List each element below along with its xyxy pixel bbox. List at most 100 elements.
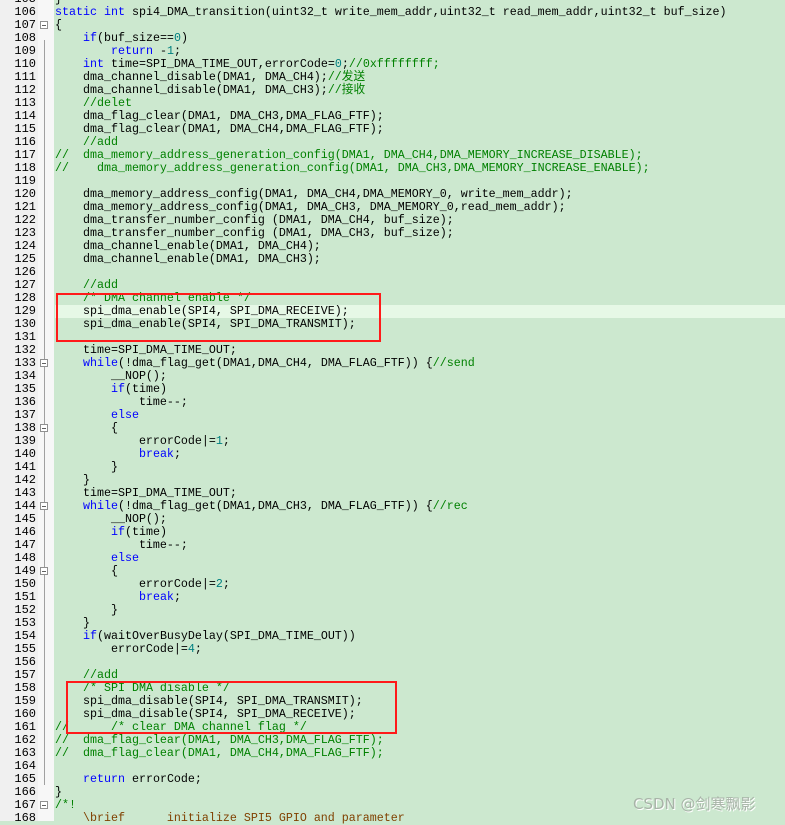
code-text: // dma_memory_address_generation_config(… — [55, 162, 785, 175]
comment: // dma_memory_address_generation_config(… — [55, 161, 650, 175]
keyword: int — [103, 5, 125, 19]
code-token: dma_transfer_number_config (DMA1, DMA_CH… — [55, 226, 454, 240]
code-token: dma_channel_disable(DMA1, DMA_CH4); — [55, 70, 328, 84]
keyword: break — [138, 447, 174, 461]
code-token: errorCode|= — [55, 434, 216, 448]
number-literal: 0 — [334, 57, 342, 71]
code-token: time=SPI_DMA_TIME_OUT,errorCode= — [103, 57, 335, 71]
code-text: } — [55, 461, 785, 474]
code-text: errorCode|=4; — [55, 643, 785, 656]
doc-comment: \brief initialize SPI5 GPIO and paramete… — [82, 811, 405, 825]
code-token: } — [55, 473, 90, 487]
keyword: while — [82, 356, 118, 370]
code-token: } — [55, 616, 90, 630]
line-number: 168 — [14, 811, 36, 825]
code-line[interactable]: 106 static int spi4_DMA_transition(uint32… — [0, 6, 785, 19]
code-line[interactable]: 141 } — [0, 461, 785, 474]
keyword: if — [82, 31, 97, 45]
code-token: dma_channel_enable(DMA1, DMA_CH4); — [55, 239, 321, 253]
comment: // dma_flag_clear(DMA1, DMA_CH4,DMA_FLAG… — [55, 746, 384, 760]
code-text: break; — [55, 591, 785, 604]
code-token: ; — [173, 447, 181, 461]
fold-collapse-icon[interactable] — [40, 424, 48, 432]
code-token: errorCode|= — [55, 577, 216, 591]
code-token: __NOP(); — [55, 369, 167, 383]
comment: // dma_flag_clear(DMA1, DMA_CH3,DMA_FLAG… — [55, 733, 384, 747]
code-token: } — [55, 460, 118, 474]
comment: //delet — [82, 96, 132, 110]
keyword: else — [110, 551, 139, 565]
comment: //add — [82, 135, 118, 149]
number-literal: 2 — [215, 577, 223, 591]
comment: //send — [432, 356, 475, 370]
keyword: if — [82, 629, 97, 643]
code-line[interactable]: 163// dma_flag_clear(DMA1, DMA_CH4,DMA_F… — [0, 747, 785, 760]
code-token: dma_memory_address_config(DMA1, DMA_CH3,… — [55, 200, 566, 214]
code-token: errorCode; — [124, 772, 202, 786]
code-text: dma_channel_disable(DMA1, DMA_CH3);//接收 — [55, 84, 785, 97]
code-text: break; — [55, 448, 785, 461]
keyword: while — [82, 499, 118, 513]
code-token: time=SPI_DMA_TIME_OUT; — [55, 343, 237, 357]
fold-collapse-icon[interactable] — [40, 359, 48, 367]
comment: //接收 — [327, 83, 366, 97]
code-text: return errorCode; — [55, 773, 785, 786]
code-text: // dma_flag_clear(DMA1, DMA_CH4,DMA_FLAG… — [55, 747, 785, 760]
code-line[interactable]: 152 } — [0, 604, 785, 617]
code-token: time=SPI_DMA_TIME_OUT; — [55, 486, 237, 500]
fold-collapse-icon[interactable] — [40, 567, 48, 575]
code-token: (waitOverBusyDelay(SPI_DMA_TIME_OUT)) — [96, 629, 356, 643]
code-token: ; — [341, 57, 349, 71]
code-text: static int spi4_DMA_transition(uint32_t … — [55, 6, 785, 19]
fold-collapse-icon[interactable] — [40, 801, 48, 809]
comment: //0xffffffff; — [348, 57, 440, 71]
number-literal: 0 — [173, 31, 181, 45]
comment: //发送 — [327, 70, 366, 84]
code-token: } — [55, 603, 118, 617]
code-token: (time) — [124, 525, 167, 539]
code-token: time--; — [55, 538, 188, 552]
keyword: return — [110, 44, 153, 58]
fold-collapse-icon[interactable] — [40, 502, 48, 510]
code-token: spi4_DMA_transition(uint32_t write_mem_a… — [124, 5, 727, 19]
number-literal: 1 — [215, 434, 223, 448]
code-line[interactable]: 165 return errorCode; — [0, 773, 785, 786]
keyword: if — [110, 525, 125, 539]
code-line[interactable]: 155 errorCode|=4; — [0, 643, 785, 656]
keyword: break — [138, 590, 174, 604]
highlight-box-dma-enable — [56, 293, 381, 342]
code-token: ; — [173, 590, 181, 604]
code-text: else — [55, 409, 785, 422]
code-token: ) — [180, 31, 188, 45]
code-text: dma_flag_clear(DMA1, DMA_CH4,DMA_FLAG_FT… — [55, 123, 785, 136]
comment: // dma_memory_address_generation_config(… — [55, 148, 643, 162]
code-token: { — [55, 564, 118, 578]
code-text: dma_channel_enable(DMA1, DMA_CH3); — [55, 253, 785, 266]
keyword: int — [82, 57, 104, 71]
code-line[interactable]: 125 dma_channel_enable(DMA1, DMA_CH3); — [0, 253, 785, 266]
code-token: dma_channel_enable(DMA1, DMA_CH3); — [55, 252, 321, 266]
code-text: else — [55, 552, 785, 565]
fold-collapse-icon[interactable] — [40, 21, 48, 29]
code-token: (!dma_flag_get(DMA1,DMA_CH4, DMA_FLAG_FT… — [117, 356, 433, 370]
code-token: (!dma_flag_get(DMA1,DMA_CH3, DMA_FLAG_FT… — [117, 499, 433, 513]
comment: //add — [82, 668, 118, 682]
code-text: time--; — [55, 396, 785, 409]
code-line[interactable]: 118// dma_memory_address_generation_conf… — [0, 162, 785, 175]
code-token: ; — [222, 434, 230, 448]
code-token: dma_transfer_number_config (DMA1, DMA_CH… — [55, 213, 454, 227]
